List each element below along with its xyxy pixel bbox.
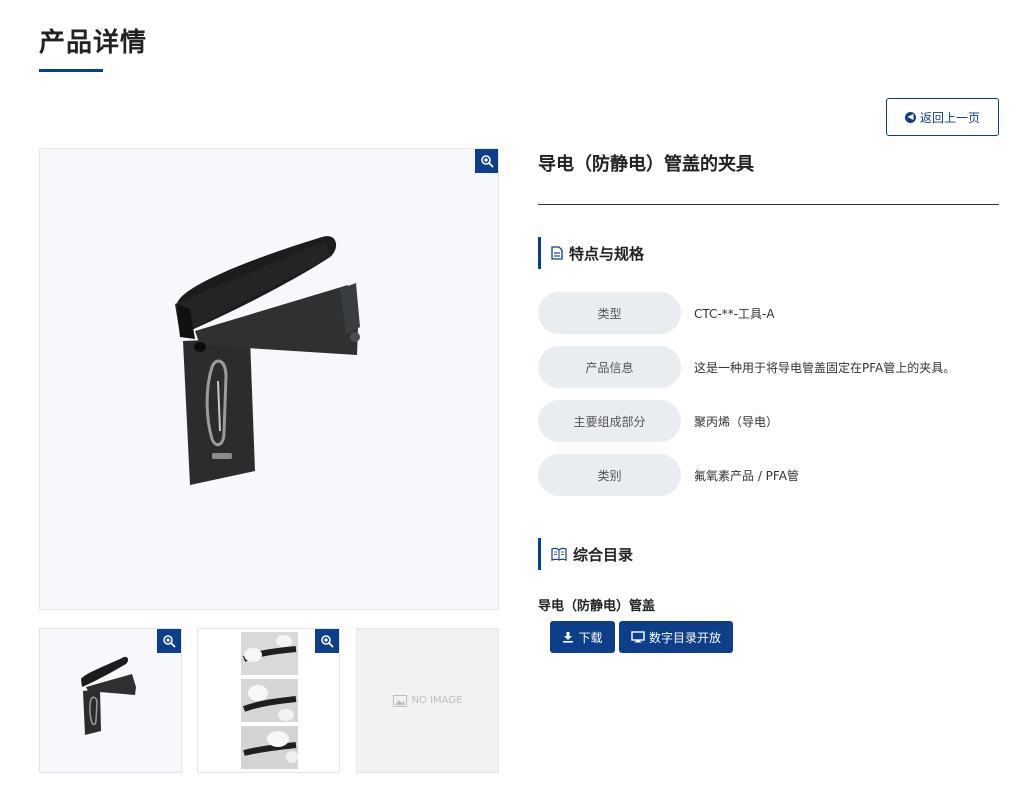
- product-name: 导电（防静电）管盖的夹具: [538, 154, 754, 175]
- spec-row: 产品信息 这是一种用于将导电管盖固定在PFA管上的夹具。: [538, 346, 955, 388]
- download-icon: [563, 632, 574, 643]
- download-button-label: 下载: [578, 630, 603, 645]
- title-underline: [39, 69, 103, 72]
- zoom-in-icon[interactable]: [475, 149, 498, 173]
- spec-label: 主要组成部分: [538, 400, 681, 442]
- back-button[interactable]: ◀ 返回上一页: [886, 98, 999, 136]
- specs-heading: 特点与规格: [569, 244, 645, 263]
- spec-label: 产品信息: [538, 346, 681, 388]
- spec-row: 主要组成部分 聚丙烯（导电）: [538, 400, 778, 442]
- main-product-image[interactable]: [39, 148, 499, 610]
- spec-row: 类型 CTC-**-工具-A: [538, 292, 775, 334]
- thumbnail-no-image[interactable]: NO IMAGE: [356, 628, 499, 773]
- spec-value: 这是一种用于将导电管盖固定在PFA管上的夹具。: [694, 360, 956, 375]
- catalog-section-header: 综合目录: [538, 538, 633, 570]
- zoom-in-icon[interactable]: [315, 629, 339, 653]
- spec-label: 类型: [538, 292, 681, 334]
- digital-catalog-button[interactable]: 数字目录开放: [619, 621, 733, 653]
- back-button-label: 返回上一页: [919, 110, 980, 125]
- spec-row: 类别 氟氧素产品 / PFA管: [538, 454, 799, 496]
- catalog-item-title: 导电（防静电）管盖: [538, 599, 656, 614]
- document-icon: [551, 246, 563, 260]
- arrow-circle-left-icon: ◀: [904, 111, 916, 123]
- spec-value: 氟氧素产品 / PFA管: [694, 468, 799, 483]
- specs-section-header: 特点与规格: [538, 237, 644, 269]
- thumbnail-2[interactable]: [197, 628, 340, 773]
- zoom-in-icon[interactable]: [157, 629, 181, 653]
- catalog-heading: 综合目录: [573, 545, 634, 564]
- image-icon: [392, 694, 407, 707]
- thumbnail-1[interactable]: [39, 628, 182, 773]
- page-title: 产品详情: [39, 28, 148, 58]
- spec-value: CTC-**-工具-A: [694, 306, 775, 321]
- product-photo: [175, 236, 360, 485]
- download-button[interactable]: 下载: [550, 621, 615, 653]
- monitor-icon: [631, 631, 645, 643]
- book-icon: [551, 547, 567, 561]
- divider: [538, 204, 999, 205]
- digital-catalog-button-label: 数字目录开放: [648, 630, 721, 645]
- no-image-label: NO IMAGE: [411, 695, 463, 706]
- spec-value: 聚丙烯（导电）: [694, 414, 779, 429]
- spec-label: 类别: [538, 454, 681, 496]
